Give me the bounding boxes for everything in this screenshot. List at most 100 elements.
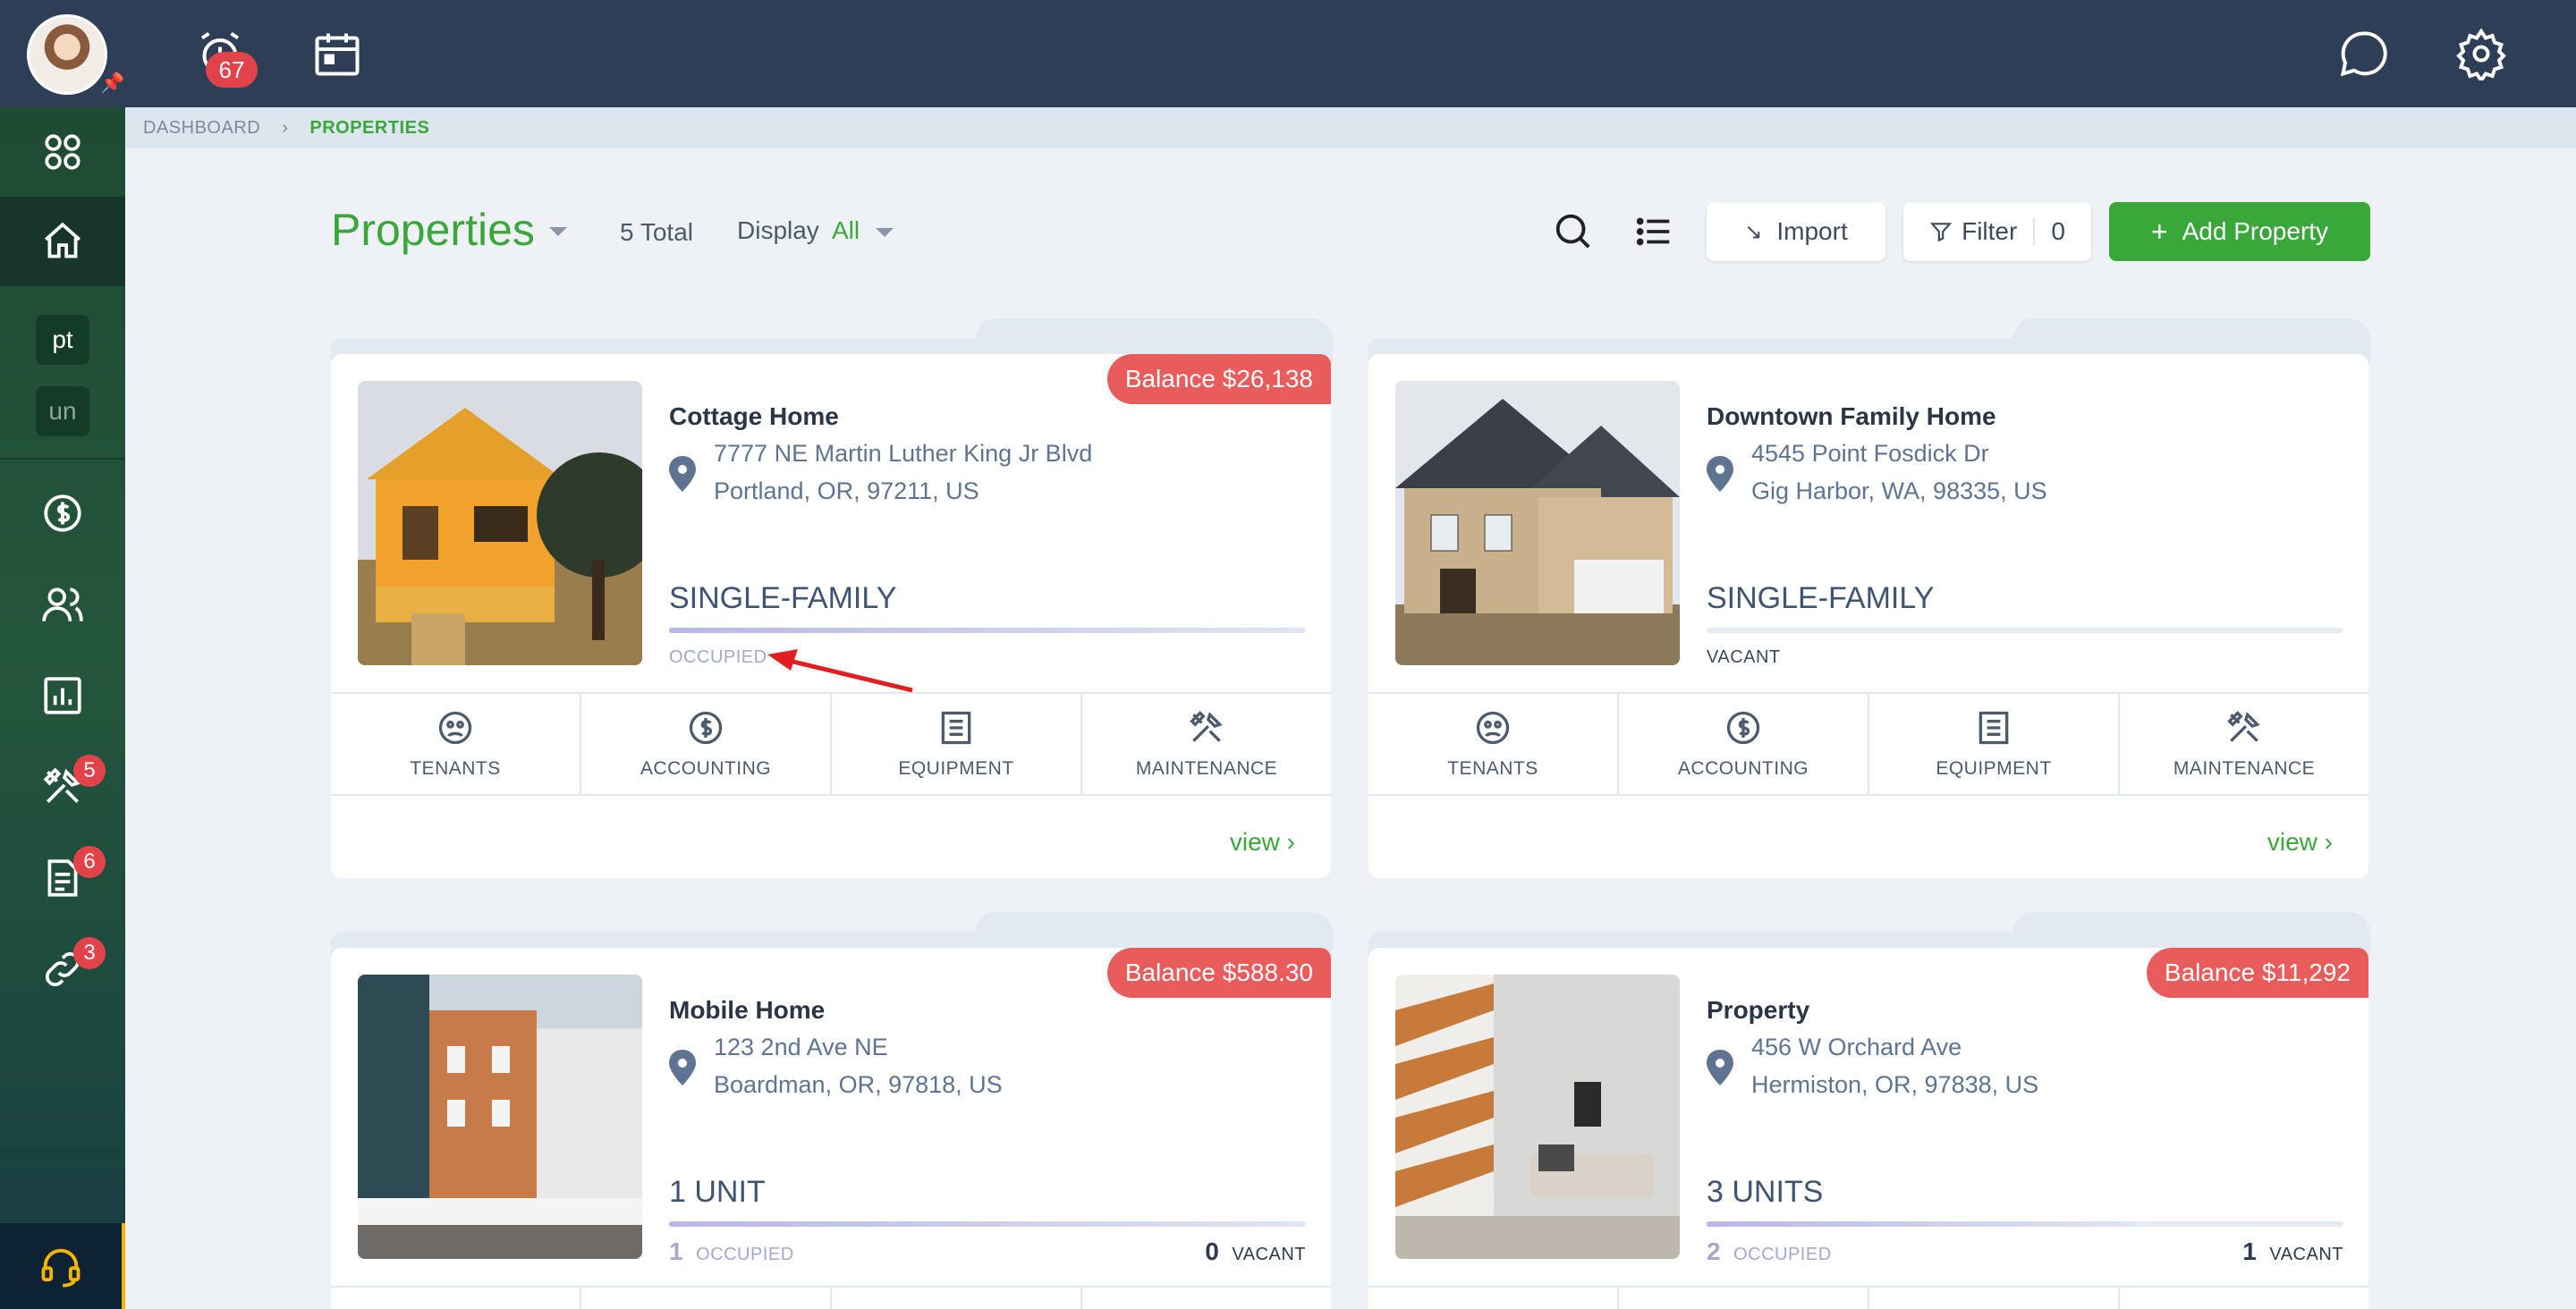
property-name[interactable]: Mobile Home <box>669 996 825 1025</box>
sidebar-item-links[interactable] <box>0 925 125 1014</box>
cottage-home-image <box>358 381 642 665</box>
occupancy-bar <box>1707 628 2343 633</box>
caret-down-icon[interactable] <box>876 228 894 237</box>
accounting-action[interactable]: ACCOUNTING <box>1619 694 1869 794</box>
calendar-icon[interactable] <box>310 27 364 80</box>
card-actions: TENANTS ACCOUNTING EQUIPMENT MAINTENANCE <box>1368 692 2368 796</box>
property-photo[interactable] <box>358 975 642 1259</box>
view-link[interactable]: view › <box>1230 828 1295 857</box>
tenants-action[interactable] <box>331 1288 581 1309</box>
property-name[interactable]: Downtown Family Home <box>1707 402 1996 431</box>
maintenance-action[interactable]: MAINTENANCE <box>2120 694 2368 794</box>
address-line-1: 123 2nd Ave NE <box>714 1034 888 1060</box>
balance-badge: Balance $588.30 <box>1106 948 1331 998</box>
units-summary: 2 OCCUPIED 1 VACANT <box>1707 1237 2343 1266</box>
equipment-icon <box>941 711 971 745</box>
mobile-home-image <box>358 975 642 1259</box>
location-pin-icon <box>669 456 696 492</box>
sidebar-item-reports[interactable] <box>0 651 125 740</box>
list-view-icon[interactable] <box>1633 211 1674 252</box>
view-label: view <box>1229 828 1280 856</box>
import-label: Import <box>1776 217 1848 245</box>
sidebar-item-people[interactable] <box>0 560 125 649</box>
property-photo[interactable] <box>1395 975 1680 1259</box>
property-photo[interactable] <box>1395 381 1680 665</box>
accounting-action[interactable] <box>1619 1288 1869 1309</box>
tools-icon <box>2227 711 2260 742</box>
equipment-action[interactable] <box>1869 1288 2120 1309</box>
address-line-2: Gig Harbor, WA, 98335, US <box>1751 477 2047 504</box>
equipment-action[interactable]: EQUIPMENT <box>832 694 1082 794</box>
documents-badge: 6 <box>73 846 106 878</box>
sidebar-item-maintenance[interactable] <box>0 742 125 832</box>
maintenance-action[interactable]: MAINTENANCE <box>1082 694 1331 794</box>
display-select[interactable]: All <box>832 216 860 245</box>
filter-count: 0 <box>2033 217 2065 246</box>
property-card-cottage-home[interactable]: Balance $26,138 Cottage Home 7777 NE Mar… <box>331 354 1331 878</box>
breadcrumb-dashboard[interactable]: DASHBOARD <box>143 118 260 139</box>
maintenance-action[interactable] <box>2120 1288 2368 1309</box>
address-line-2: Hermiston, OR, 97838, US <box>1751 1071 2039 1098</box>
card-actions <box>1368 1286 2368 1309</box>
page-title[interactable]: Properties <box>331 204 535 256</box>
tenants-label: TENANTS <box>410 758 501 779</box>
accounting-label: ACCOUNTING <box>640 758 772 779</box>
gear-icon[interactable] <box>2454 27 2508 80</box>
card-actions <box>331 1286 1331 1309</box>
users-icon <box>42 587 83 621</box>
sidebar-item-pt[interactable]: pt <box>36 315 89 365</box>
sidebar-item-apps[interactable] <box>0 107 125 197</box>
sidebar-divider <box>0 458 125 460</box>
filter-icon <box>1929 223 1953 242</box>
accounting-action[interactable]: ACCOUNTING <box>581 694 832 794</box>
caret-down-icon[interactable] <box>549 227 567 236</box>
sidebar-item-documents[interactable] <box>0 833 125 923</box>
property-card-property[interactable]: Balance $11,292 Property 456 W Orchard A… <box>1368 948 2368 1309</box>
property-card-mobile-home[interactable]: Balance $588.30 Mobile Home 123 2nd Ave … <box>331 948 1331 1309</box>
property-type: 1 UNIT <box>669 1175 766 1209</box>
location-pin-icon <box>1707 456 1733 492</box>
accounting-action[interactable] <box>581 1288 832 1309</box>
tools-icon <box>1190 711 1223 742</box>
view-link[interactable]: view › <box>2267 828 2333 857</box>
maintenance-action[interactable] <box>1082 1288 1331 1309</box>
search-icon[interactable] <box>1553 211 1594 252</box>
breadcrumb-properties: PROPERTIES <box>309 117 430 138</box>
support-button[interactable] <box>0 1223 125 1309</box>
add-property-button[interactable]: + Add Property <box>2109 202 2370 261</box>
vacant-label: VACANT <box>2269 1245 2343 1264</box>
tenants-action[interactable]: TENANTS <box>331 694 581 794</box>
bar-chart-icon <box>44 677 81 714</box>
user-avatar[interactable] <box>27 14 107 95</box>
import-button[interactable]: ↘ Import <box>1707 202 1885 261</box>
total-count: 5 Total <box>620 218 693 246</box>
equipment-action[interactable]: EQUIPMENT <box>1869 694 2120 794</box>
tenants-action[interactable]: TENANTS <box>1368 694 1619 794</box>
dollar-icon <box>44 494 81 532</box>
property-name[interactable]: Property <box>1707 996 1809 1025</box>
filter-button[interactable]: Filter 0 <box>1903 202 2091 261</box>
chat-icon[interactable] <box>2336 27 2390 80</box>
headset-icon <box>41 1248 80 1288</box>
tenants-icon <box>1476 711 1510 745</box>
tenants-action[interactable] <box>1368 1288 1619 1309</box>
occupancy-bar <box>669 628 1306 633</box>
top-bar: 📌 67 <box>0 0 2576 107</box>
property-photo[interactable] <box>358 381 642 665</box>
dollar-icon <box>689 711 723 745</box>
sidebar-item-un[interactable]: un <box>36 386 89 436</box>
property-card-downtown-family-home[interactable]: Downtown Family Home 4545 Point Fosdick … <box>1368 354 2368 878</box>
address-line-2: Boardman, OR, 97818, US <box>714 1071 1003 1098</box>
equipment-label: EQUIPMENT <box>898 758 1014 779</box>
sidebar-item-home[interactable] <box>0 197 125 286</box>
property-name[interactable]: Cottage Home <box>669 402 839 431</box>
downtown-home-image <box>1395 381 1680 665</box>
pin-icon: 📌 <box>100 72 125 94</box>
plus-icon: + <box>2150 215 2168 248</box>
tenants-label: TENANTS <box>1447 758 1538 779</box>
sidebar-item-accounting[interactable] <box>0 469 125 558</box>
location-pin-icon <box>1707 1050 1733 1085</box>
equipment-action[interactable] <box>832 1288 1082 1309</box>
occupied-label: OCCUPIED <box>696 1245 794 1264</box>
occupied-units: 2 OCCUPIED <box>1707 1237 1832 1266</box>
